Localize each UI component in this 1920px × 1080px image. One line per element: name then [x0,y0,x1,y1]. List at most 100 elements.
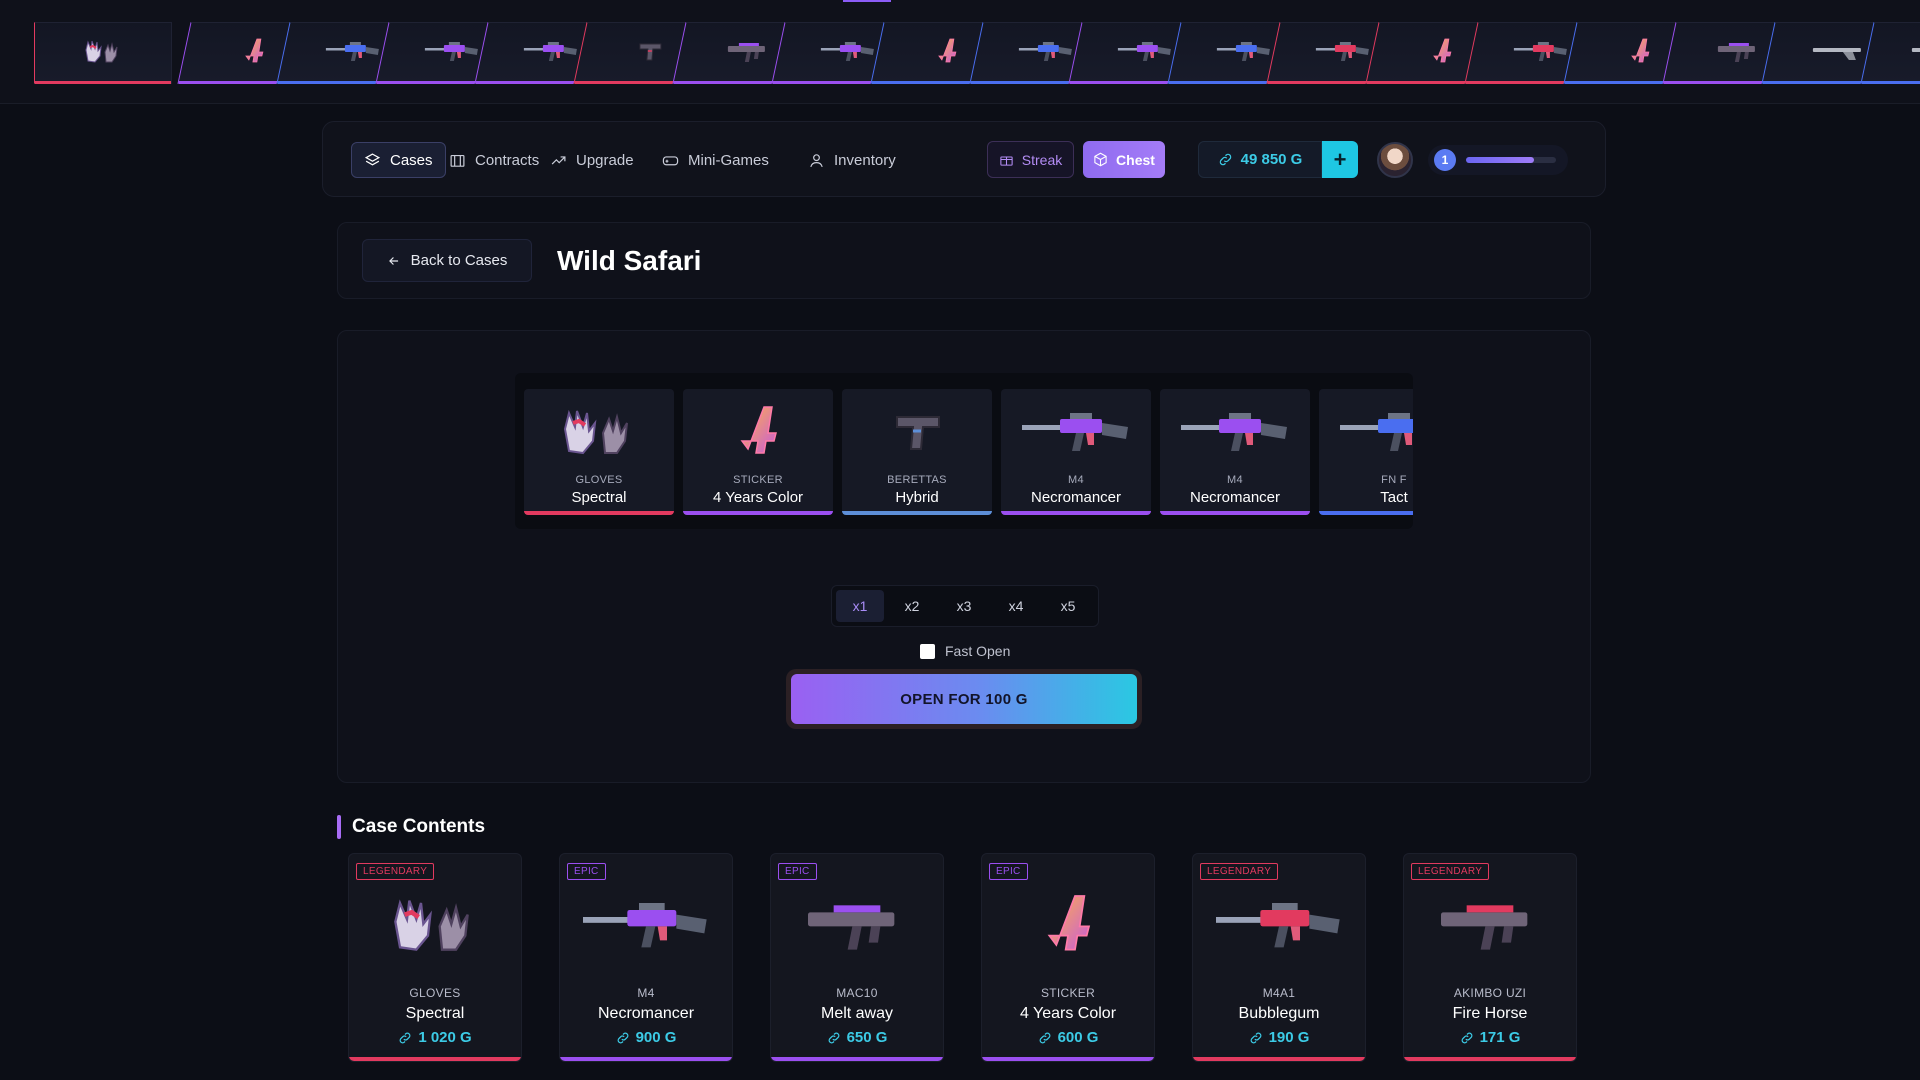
case-item-card[interactable]: LEGENDARY M4A1 Bubblegum 190 G [1192,853,1366,1062]
multiplier-x1[interactable]: x1 [836,590,884,622]
live-drop-thumb [1015,36,1077,71]
reel-item-name: 4 Years Color [712,489,804,506]
live-drop-thumb [817,36,879,71]
reel-item-name: Spectral [571,489,627,506]
rarity-bar [771,1057,943,1061]
case-item-card[interactable]: LEGENDARY GLOVES Spectral 1 020 G [348,853,522,1062]
rifle-icon [1316,41,1369,61]
case-item-card[interactable]: EPIC MAC10 Melt away 650 G [770,853,944,1062]
rarity-badge: LEGENDARY [356,863,435,880]
level-fill [1466,157,1534,163]
nav-mini-games-label: Mini-Games [688,151,769,169]
link-coin-icon [1250,1032,1261,1043]
pistol-icon [639,43,662,60]
gamepad-icon [662,155,679,165]
link-coin-icon [1461,1032,1472,1043]
case-item-name: 4 Years Color [1019,1005,1117,1022]
level-progress: 1 [1428,145,1568,175]
live-drop-thumb [916,36,978,71]
link-coin-icon [1039,1032,1050,1043]
multiplier-x2[interactable]: x2 [888,590,936,622]
fast-open-checkbox[interactable] [920,643,935,659]
case-item-name: Bubblegum [1238,1005,1320,1022]
sticker-icon [245,38,264,62]
rifle-icon [1019,41,1072,61]
reel-item-type: STICKER [733,474,783,486]
live-drop-thumb [619,36,681,71]
case-header: Back to Cases Wild Safari [337,222,1591,299]
case-item-type: AKIMBO UZI [1453,986,1527,1000]
rarity-badge: EPIC [989,863,1028,880]
case-item-price: 190 G [1193,1029,1365,1046]
case-item-image [560,884,732,964]
live-drop-item[interactable] [34,22,172,84]
case-item-card[interactable]: EPIC STICKER 4 Years Color 600 G [981,853,1155,1062]
layers-icon [364,152,381,165]
chest-button[interactable]: Chest [1083,141,1165,178]
case-item-card[interactable]: EPIC M4 Necromancer 900 G [559,853,733,1062]
reel-item-name: Tact [1380,489,1408,506]
open-case-button[interactable]: OPEN FOR 100 G [791,674,1137,724]
add-funds-button[interactable]: + [1322,141,1358,178]
fast-open-label: Fast Open [945,643,1011,659]
rarity-bar [35,81,171,84]
arrow-left-icon [388,256,398,265]
multiplier-selector: x1 x2 x3 x4 x5 [831,585,1099,627]
smg-icon [808,905,895,950]
live-drops-track [34,22,1920,84]
case-item-card[interactable]: LEGENDARY AKIMBO UZI Fire Horse 171 G [1403,853,1577,1062]
contract-icon [450,154,465,167]
nav-mini-games[interactable]: Mini-Games [650,142,781,178]
main-nav: Cases Contracts Upgrade Mini-Games Inven… [322,121,1606,197]
case-item-price-value: 650 G [846,1029,888,1046]
level-track [1466,157,1556,163]
case-opener: GLOVES Spectral STICKER 4 Years Color BERETT… [337,330,1591,783]
link-coin-icon [1219,153,1231,166]
reel-item-image [1001,401,1151,461]
rarity-bar [560,1057,732,1061]
live-drop-thumb [520,36,582,71]
reel-item-image [524,401,674,461]
reel-item-type: FN F [1381,474,1407,486]
nav-inventory[interactable]: Inventory [796,142,908,178]
rifle-icon [326,41,379,61]
back-to-cases-button[interactable]: Back to Cases [362,239,532,282]
rarity-badge: LEGENDARY [1200,863,1279,880]
case-item-image [1193,884,1365,964]
live-drop-thumb [1411,36,1473,71]
nav-upgrade[interactable]: Upgrade [538,142,646,178]
rarity-bar [1193,1057,1365,1061]
reel-item-name: Necromancer [1030,489,1122,506]
fast-open-toggle[interactable]: Fast Open [920,643,1010,659]
live-drop-thumb [1708,36,1770,71]
case-item-name: Necromancer [597,1005,695,1022]
multiplier-x5[interactable]: x5 [1044,590,1092,622]
reel-item-image [1160,401,1310,461]
nav-cases[interactable]: Cases [351,142,446,178]
case-item-image [982,884,1154,964]
case-item-name: Spectral [405,1005,465,1022]
section-accent [337,815,341,839]
streak-label: Streak [1021,151,1063,168]
reel-item-image [683,401,833,461]
reel-item-type: M4 [1227,474,1243,486]
reel-item: FN F Tact [1319,389,1413,515]
rifle-icon [1181,413,1287,451]
case-item-name: Melt away [820,1005,894,1022]
avatar[interactable] [1377,142,1413,178]
streak-button[interactable]: Streak [987,141,1074,178]
rarity-bar [842,511,992,515]
gift-icon [1000,156,1013,166]
rifle-icon [821,41,874,61]
cube-icon [1094,152,1107,167]
chest-label: Chest [1116,151,1155,168]
sticker-icon [740,406,777,454]
multiplier-x4[interactable]: x4 [992,590,1040,622]
smg-icon [728,42,765,62]
spin-reel: GLOVES Spectral STICKER 4 Years Color BERETT… [515,373,1413,529]
nav-contracts[interactable]: Contracts [437,142,551,178]
live-drop-thumb [223,36,285,71]
case-contents-title: Case Contents [352,816,486,837]
multiplier-x3[interactable]: x3 [940,590,988,622]
live-drop-thumb [322,36,384,71]
